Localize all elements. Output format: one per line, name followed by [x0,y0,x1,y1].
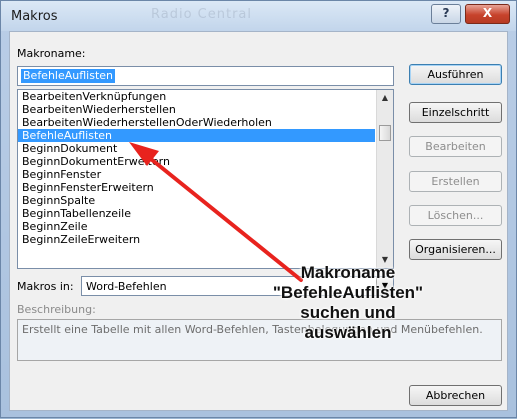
annotation-line: suchen und [300,303,396,322]
scroll-up-icon[interactable]: ▲ [377,90,393,106]
step-button[interactable]: Einzelschritt [409,102,502,123]
annotation-line: "BefehleAuflisten" [272,283,424,302]
annotation-line: Makroname [300,263,396,282]
description-label: Beschreibung: [17,303,96,316]
scroll-thumb[interactable] [379,125,391,141]
macro-name-label: Makroname: [17,47,86,60]
macro-list[interactable]: BearbeitenVerknüpfungen BearbeitenWiederh… [17,89,394,269]
annotation-line: auswählen [304,323,392,342]
macros-dialog: Makros Radio Central ? X Makroname: Befe… [0,0,517,418]
list-item[interactable]: BeginnTabellenzeile [18,207,375,220]
macros-in-value: Word-Befehlen [86,280,167,293]
help-button[interactable]: ? [431,4,461,24]
macro-list-items: BearbeitenVerknüpfungen BearbeitenWiederh… [18,90,375,246]
list-item[interactable]: BearbeitenVerknüpfungen [18,90,375,103]
macro-name-value: BefehleAuflisten [21,69,116,83]
delete-button: Löschen... [409,205,502,226]
title-bar: Makros Radio Central ? X [1,1,516,31]
list-scrollbar[interactable]: ▲ ▼ [376,90,393,268]
list-item[interactable]: BearbeitenWiederherstellenOderWiederhole… [18,116,375,129]
cancel-button[interactable]: Abbrechen [409,385,502,406]
list-item[interactable]: BeginnFensterErweitern [18,181,375,194]
list-item[interactable]: BeginnZeileErweitern [18,233,375,246]
list-item[interactable]: BeginnDokument [18,142,375,155]
close-button[interactable]: X [465,4,510,24]
list-item[interactable]: BeginnSpalte [18,194,375,207]
organize-button[interactable]: Organisieren... [409,239,502,260]
macro-name-input[interactable]: BefehleAuflisten [17,66,394,86]
dialog-title: Makros [11,9,58,24]
dialog-body: Makroname: BefehleAuflisten BearbeitenVe… [9,31,508,411]
list-item[interactable]: BeginnZeile [18,220,375,233]
list-item[interactable]: BefehleAuflisten [18,129,375,142]
run-button[interactable]: Ausführen [409,64,502,85]
list-item[interactable]: BeginnFenster [18,168,375,181]
background-window-title: Radio Central [151,7,252,22]
edit-button: Bearbeiten [409,136,502,157]
macros-in-label: Makros in: [17,280,74,293]
create-button: Erstellen [409,171,502,192]
list-item[interactable]: BeginnDokumentErweitern [18,155,375,168]
annotation-text: Makroname "BefehleAuflisten" suchen und … [263,263,433,343]
list-item[interactable]: BearbeitenWiederherstellen [18,103,375,116]
